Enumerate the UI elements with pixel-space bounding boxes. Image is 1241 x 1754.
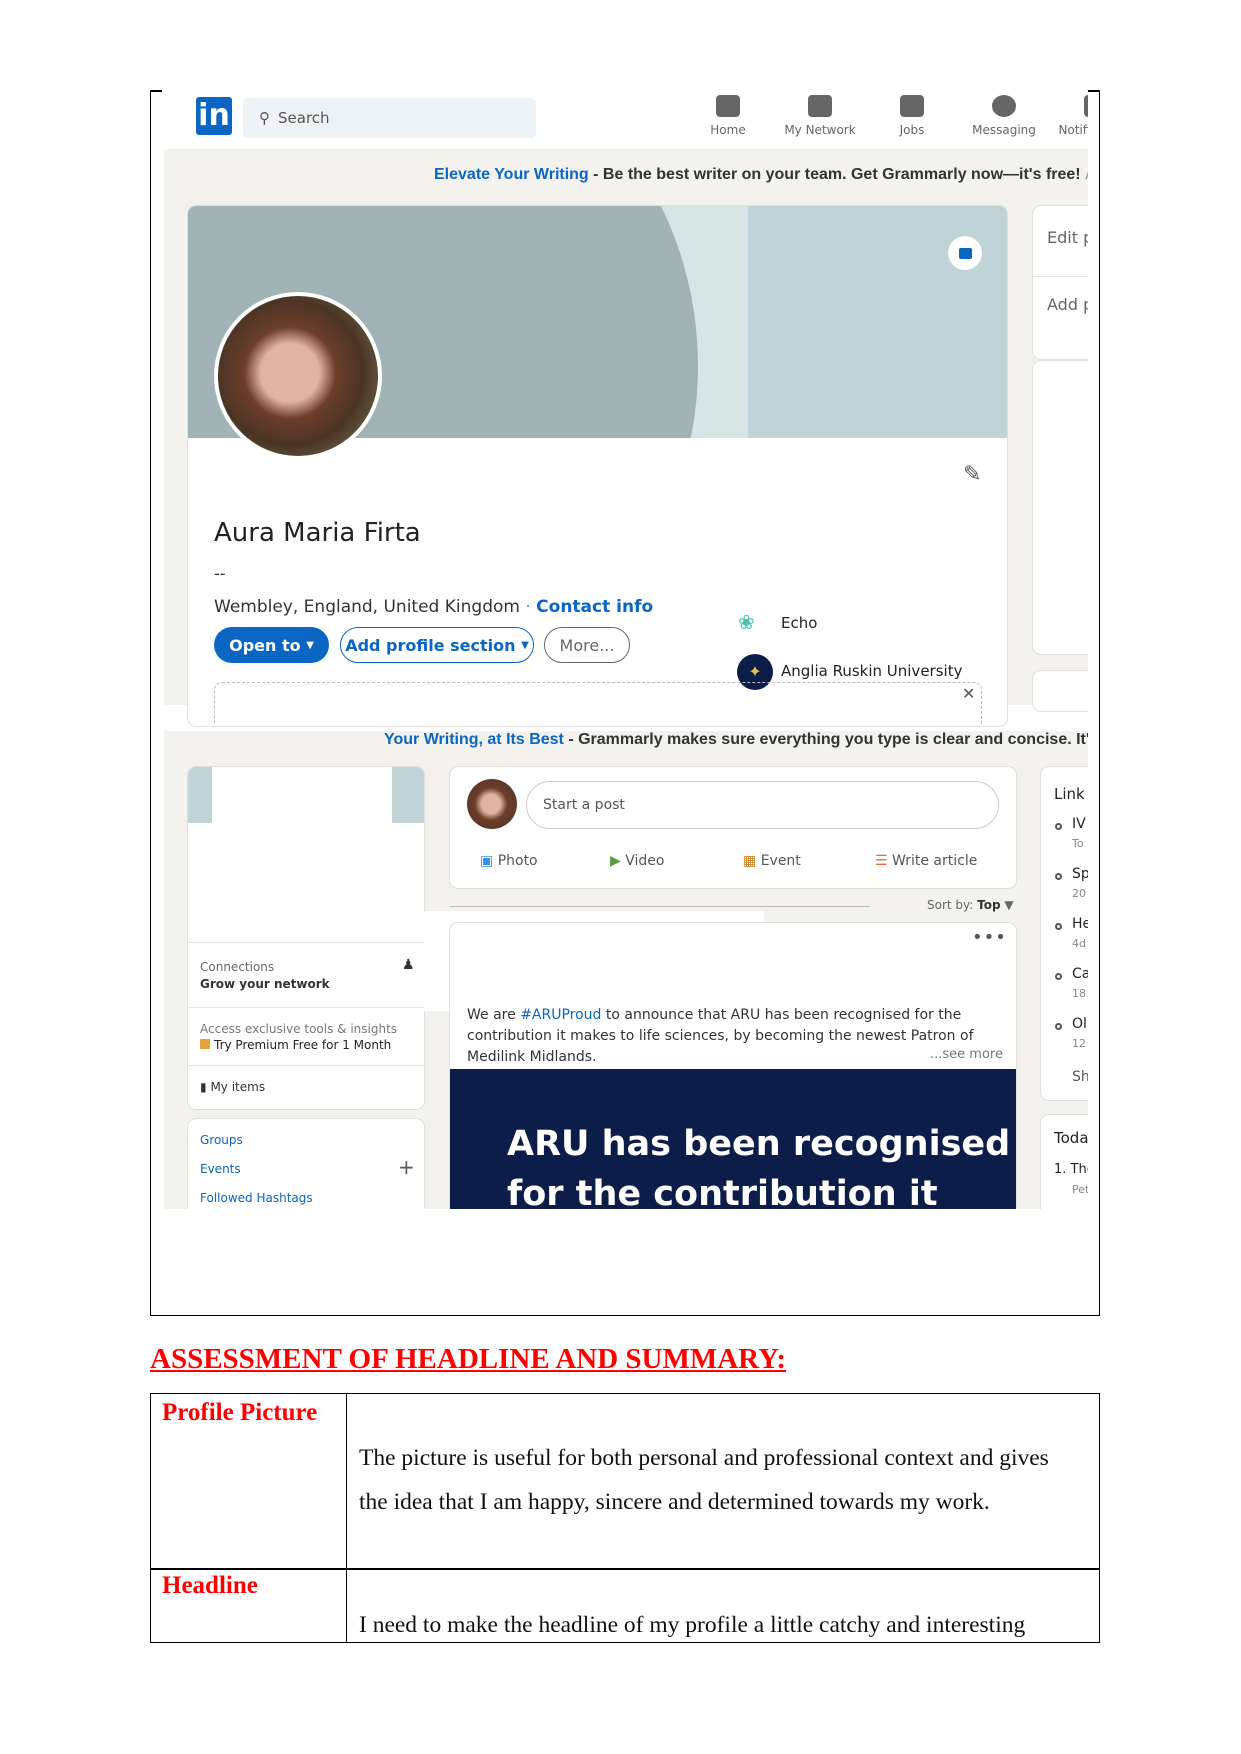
news-item[interactable]: Sp bbox=[1072, 866, 1088, 882]
post-composer: Start a post ▣ Photo ▶ Video ▦ Event ☰ W… bbox=[450, 767, 1016, 888]
nav-home[interactable]: Home bbox=[688, 95, 768, 137]
bookmark-icon: ▮ bbox=[200, 1080, 207, 1094]
right-card bbox=[1033, 361, 1088, 654]
more-options-icon[interactable]: ••• bbox=[972, 927, 1007, 948]
news-item-meta: 20 bbox=[1072, 887, 1086, 900]
start-post-input[interactable]: Start a post bbox=[526, 781, 999, 829]
my-items-link[interactable]: ▮ My items bbox=[200, 1080, 265, 1094]
news-item[interactable]: Ol bbox=[1072, 1016, 1087, 1032]
photo-button[interactable]: ▣ Photo bbox=[480, 853, 538, 869]
news-item-meta: To bbox=[1072, 837, 1084, 850]
avatar[interactable] bbox=[214, 292, 382, 460]
identity-card: Connections Grow your network ♟ Access e… bbox=[188, 767, 424, 1109]
grow-network-link[interactable]: Grow your network bbox=[200, 977, 330, 991]
bullet-icon bbox=[1055, 873, 1062, 880]
home-icon bbox=[716, 95, 740, 117]
hashtags-link[interactable]: Followed Hashtags bbox=[200, 1191, 313, 1205]
nav-my-network[interactable]: My Network bbox=[780, 95, 860, 137]
camera-icon bbox=[958, 247, 972, 259]
premium-icon bbox=[200, 1039, 210, 1049]
bell-icon bbox=[1084, 95, 1088, 117]
caret-down-icon: ▼ bbox=[306, 639, 314, 651]
calendar-icon: ▦ bbox=[743, 853, 757, 869]
contact-info-link[interactable]: Contact info bbox=[536, 597, 653, 617]
echo-logo-icon: ❀ bbox=[738, 610, 755, 634]
nav-notifications[interactable]: Notifications bbox=[1056, 95, 1088, 137]
profile-settings-card: Edit p Add p bbox=[1033, 206, 1088, 359]
close-icon[interactable]: ✕ bbox=[962, 684, 975, 703]
add-profile-link[interactable]: Add p bbox=[1047, 295, 1088, 314]
sort-dropdown[interactable]: Sort by: Top ▼ bbox=[927, 898, 1014, 912]
composer-avatar bbox=[467, 779, 517, 829]
community-card: Groups Events + Followed Hashtags bbox=[188, 1119, 424, 1219]
bullet-icon bbox=[1055, 923, 1062, 930]
edit-profile-link[interactable]: Edit p bbox=[1047, 228, 1088, 247]
news-item[interactable]: Ca bbox=[1072, 966, 1088, 982]
section-heading: ASSESSMENT OF HEADLINE AND SUMMARY: bbox=[150, 1343, 787, 1375]
row-text: I need to make the headline of my profil… bbox=[359, 1612, 1026, 1638]
news-item[interactable]: He bbox=[1072, 916, 1088, 932]
messaging-icon bbox=[992, 95, 1016, 117]
profile-location: Wembley, England, United Kingdom · Conta… bbox=[214, 597, 654, 617]
nav-messaging[interactable]: Messaging bbox=[964, 95, 1044, 137]
suggestion-box bbox=[214, 682, 982, 726]
assessment-table: Profile Picture The picture is useful fo… bbox=[150, 1393, 1100, 1643]
network-icon bbox=[808, 95, 832, 117]
news-item-meta: 4d bbox=[1072, 937, 1086, 950]
add-connection-icon[interactable]: ♟ bbox=[402, 957, 415, 973]
show-more-link[interactable]: Sh bbox=[1072, 1069, 1088, 1085]
post-text: We are #ARUProud to announce that ARU ha… bbox=[467, 1007, 974, 1065]
feed-post: ••• We are #ARUProud to announce that AR… bbox=[450, 923, 1016, 1223]
caret-down-icon: ▼ bbox=[521, 639, 529, 651]
frame-corner bbox=[1088, 90, 1100, 92]
row-label: Profile Picture bbox=[162, 1399, 318, 1426]
linkedin-screenshot: in ⚲ Search Home My Network Jobs Messagin… bbox=[152, 91, 1088, 1313]
grammarly-ad[interactable]: Elevate Your Writing - Be the best write… bbox=[434, 166, 1088, 184]
video-button[interactable]: ▶ Video bbox=[610, 853, 664, 869]
profile-card: ✎ Aura Maria Firta -- Wembley, England, … bbox=[188, 206, 1007, 726]
briefcase-icon bbox=[900, 95, 924, 117]
bullet-icon bbox=[1055, 1023, 1062, 1030]
hashtag-link[interactable]: #ARUProud bbox=[520, 1007, 601, 1023]
news-item[interactable]: IV bbox=[1072, 816, 1086, 832]
news-item-meta: 12 bbox=[1072, 1037, 1086, 1050]
news-card: Link IV To Sp 20 He 4d Ca 18 Ol 12 Sh bbox=[1041, 767, 1088, 1100]
article-icon: ☰ bbox=[875, 853, 888, 869]
photo-icon: ▣ bbox=[480, 853, 494, 869]
events-link[interactable]: Events bbox=[200, 1162, 241, 1176]
write-article-button[interactable]: ☰ Write article bbox=[875, 853, 977, 869]
open-to-button[interactable]: Open to ▼ bbox=[214, 627, 329, 663]
profile-name: Aura Maria Firta bbox=[214, 518, 421, 548]
bullet-icon bbox=[1055, 973, 1062, 980]
event-button[interactable]: ▦ Event bbox=[743, 853, 801, 869]
premium-link[interactable]: Try Premium Free for 1 Month bbox=[200, 1038, 391, 1052]
search-icon: ⚲ bbox=[259, 109, 270, 127]
video-icon: ▶ bbox=[610, 853, 621, 869]
groups-link[interactable]: Groups bbox=[200, 1133, 243, 1147]
post-image[interactable]: ARU has been recognised for the contribu… bbox=[450, 1069, 1016, 1223]
nav-jobs[interactable]: Jobs bbox=[872, 95, 952, 137]
row-label: Headline bbox=[162, 1572, 258, 1599]
grammarly-ad-2[interactable]: Your Writing, at Its Best - Grammarly ma… bbox=[384, 731, 1088, 749]
education[interactable]: Anglia Ruskin University bbox=[781, 662, 962, 680]
news-item-meta: 18 bbox=[1072, 987, 1086, 1000]
plus-icon[interactable]: + bbox=[398, 1155, 415, 1179]
see-more-link[interactable]: ...see more bbox=[930, 1047, 1003, 1062]
edit-pencil-icon[interactable]: ✎ bbox=[963, 462, 981, 487]
profile-headline: -- bbox=[214, 564, 226, 583]
row-text: The picture is useful for both personal … bbox=[359, 1445, 1049, 1515]
linkedin-logo[interactable]: in bbox=[196, 97, 232, 135]
add-profile-section-button[interactable]: Add profile section ▼ bbox=[340, 627, 534, 663]
more-button[interactable]: More... bbox=[544, 627, 630, 663]
divider bbox=[450, 906, 870, 907]
search-input[interactable]: ⚲ Search bbox=[243, 98, 536, 138]
current-company[interactable]: Echo bbox=[781, 614, 817, 632]
edit-cover-button[interactable] bbox=[948, 236, 982, 270]
bullet-icon bbox=[1055, 823, 1062, 830]
